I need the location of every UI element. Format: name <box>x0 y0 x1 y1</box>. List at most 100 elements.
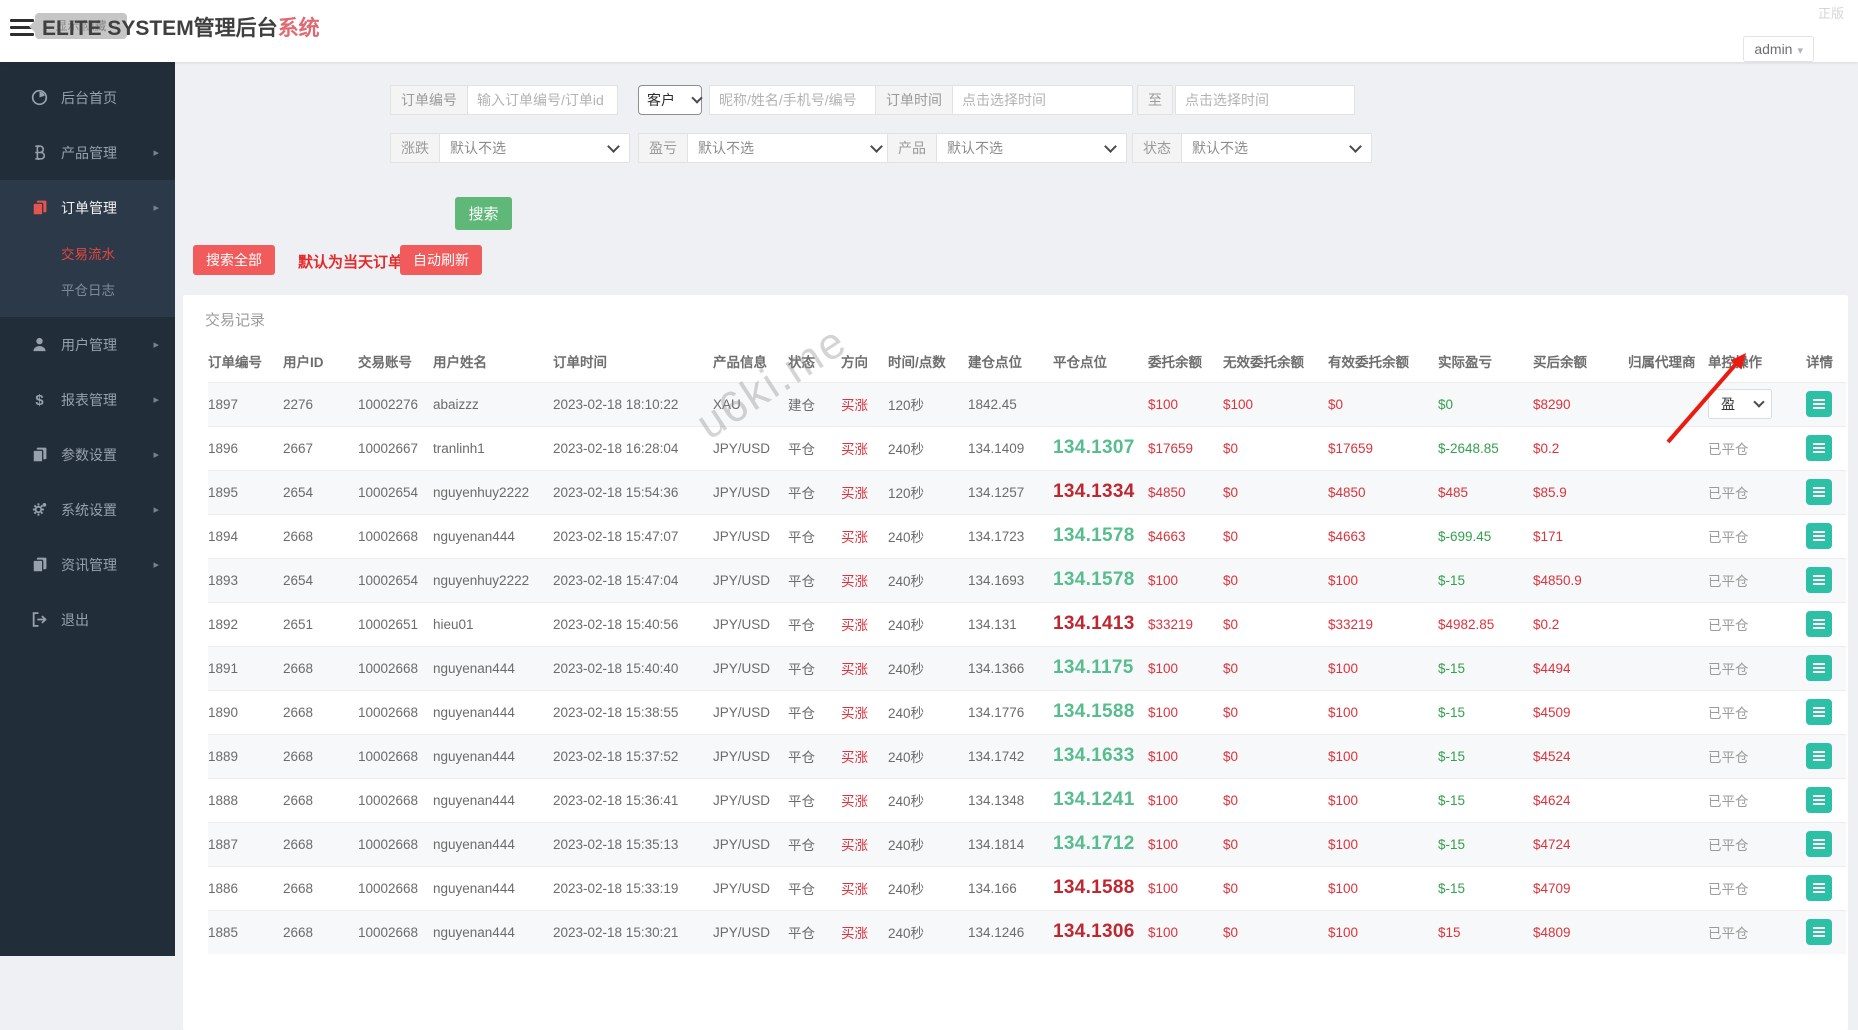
customer-search-input[interactable] <box>709 85 877 115</box>
cell-entrust-balance: $100 <box>1148 645 1223 690</box>
chevron-down-icon: ▾ <box>1797 45 1803 57</box>
cell-product: JPY/USD <box>713 865 788 910</box>
sidebar-item-news[interactable]: 资讯管理 ▸ <box>0 537 175 592</box>
cell-after-balance: $4724 <box>1533 821 1628 866</box>
cell-after-balance: $4809 <box>1533 909 1628 954</box>
cell-product: JPY/USD <box>713 733 788 778</box>
detail-button[interactable] <box>1806 655 1832 681</box>
sidebar-subitem-transactions[interactable]: 交易流水 <box>0 235 175 271</box>
cell-order: 1885 <box>208 909 283 954</box>
admin-user-dropdown[interactable]: admin ▾ <box>1743 36 1814 62</box>
cell-order: 1897 <box>208 381 283 426</box>
cell-invalid-entrust-balance: $0 <box>1223 821 1328 866</box>
cell-invalid-entrust-balance: $0 <box>1223 689 1328 734</box>
chevron-right-icon: ▸ <box>153 449 159 461</box>
sidebar-item-reports[interactable]: $ 报表管理 ▸ <box>0 372 175 427</box>
cell-agent <box>1628 733 1708 778</box>
list-icon <box>1813 707 1825 717</box>
cell-control: 已平仓 <box>1708 557 1806 602</box>
sidebar-item-label: 产品管理 <box>61 144 117 161</box>
product-icon <box>30 144 48 161</box>
cell-direction: 买涨 <box>841 601 888 646</box>
detail-button[interactable] <box>1806 523 1832 549</box>
column-header: 归属代理商 <box>1628 354 1696 370</box>
rise-fall-label: 涨跌 <box>390 133 440 163</box>
cell-actual-profit: $0 <box>1438 381 1533 426</box>
sidebar-subitem-close-log[interactable]: 平仓日志 <box>0 271 175 307</box>
cell-detail <box>1806 469 1846 514</box>
product-select[interactable]: 默认不选 <box>937 133 1127 163</box>
sidebar-item-dashboard[interactable]: 后台首页 <box>0 70 175 125</box>
detail-button[interactable] <box>1806 919 1832 946</box>
table-row: 1891 2668 10002668 nguyenan444 2023-02-18 15… <box>208 645 1846 690</box>
filter-rise-fall: 涨跌 默认不选 <box>390 133 630 163</box>
cell-valid-entrust-balance: $100 <box>1328 689 1438 734</box>
detail-button[interactable] <box>1806 435 1832 461</box>
cell-open-price: 134.1246 <box>968 909 1053 954</box>
sidebar-item-system[interactable]: 系统设置 ▸ <box>0 482 175 537</box>
cell-order-time: 2023-02-18 15:38:55 <box>553 689 713 734</box>
cell-entrust-balance: $100 <box>1148 733 1223 778</box>
status-select[interactable]: 默认不选 <box>1182 133 1372 163</box>
detail-button[interactable] <box>1806 391 1832 417</box>
cell-control: 已平仓 <box>1708 821 1806 866</box>
win-loss-select[interactable]: 盈 <box>1708 389 1772 419</box>
detail-button[interactable] <box>1806 831 1832 857</box>
detail-button[interactable] <box>1806 699 1832 725</box>
cell-entrust-balance: $100 <box>1148 821 1223 866</box>
cell-user-id: 2668 <box>283 777 358 822</box>
cell-duration: 240秒 <box>888 777 968 822</box>
end-time-input[interactable] <box>1175 85 1355 115</box>
column-header: 用户ID <box>283 354 324 370</box>
cell-status: 平仓 <box>788 513 841 558</box>
cell-order-time: 2023-02-18 15:33:19 <box>553 865 713 910</box>
cell-after-balance: $0.2 <box>1533 425 1628 470</box>
cell-order-time: 2023-02-18 15:54:36 <box>553 469 713 514</box>
cell-agent <box>1628 821 1708 866</box>
search-button[interactable]: 搜索 <box>455 197 512 230</box>
cell-detail <box>1806 645 1846 690</box>
cell-control: 已平仓 <box>1708 425 1806 470</box>
cell-status: 平仓 <box>788 425 841 470</box>
cell-detail <box>1806 909 1846 954</box>
cell-direction: 买涨 <box>841 733 888 778</box>
closed-status-label: 已平仓 <box>1708 882 1749 897</box>
cell-entrust-balance: $4663 <box>1148 513 1223 558</box>
sidebar-item-products[interactable]: 产品管理 ▸ <box>0 125 175 180</box>
sidebar-item-label: 后台首页 <box>61 89 117 106</box>
cell-user-id: 2276 <box>283 381 358 426</box>
sidebar-item-parameters[interactable]: 参数设置 ▸ <box>0 427 175 482</box>
sidebar-item-orders[interactable]: 订单管理 ▸ <box>0 180 175 235</box>
search-all-button[interactable]: 搜索全部 <box>193 245 275 275</box>
cell-entrust-balance: $100 <box>1148 865 1223 910</box>
auto-refresh-button[interactable]: 自动刷新 <box>400 245 482 275</box>
cell-account: 10002276 <box>358 381 433 426</box>
cell-after-balance: $4524 <box>1533 733 1628 778</box>
rise-fall-select[interactable]: 默认不选 <box>440 133 630 163</box>
cell-control: 已平仓 <box>1708 645 1806 690</box>
license-label: 正版 <box>1817 6 1844 21</box>
table-row: 1890 2668 10002668 nguyenan444 2023-02-18 15… <box>208 689 1846 734</box>
detail-button[interactable] <box>1806 479 1832 505</box>
chevron-right-icon: ▸ <box>153 147 159 159</box>
cell-entrust-balance: $100 <box>1148 557 1223 602</box>
detail-button[interactable] <box>1806 875 1832 901</box>
cell-status: 建仓 <box>788 381 841 426</box>
detail-button[interactable] <box>1806 787 1832 813</box>
list-icon <box>1813 795 1825 805</box>
profit-loss-select[interactable]: 默认不选 <box>688 133 893 163</box>
detail-button[interactable] <box>1806 611 1832 637</box>
sidebar-item-users[interactable]: 用户管理 ▸ <box>0 317 175 372</box>
cell-product: JPY/USD <box>713 821 788 866</box>
order-no-input[interactable] <box>468 85 618 115</box>
cell-status: 平仓 <box>788 865 841 910</box>
detail-button[interactable] <box>1806 743 1832 769</box>
cell-status: 平仓 <box>788 689 841 734</box>
cell-detail <box>1806 557 1846 602</box>
cell-order: 1894 <box>208 513 283 558</box>
sidebar-item-logout[interactable]: 退出 <box>0 592 175 647</box>
start-time-input[interactable] <box>953 85 1133 115</box>
customer-type-select[interactable]: 客户 <box>638 85 702 115</box>
cell-valid-entrust-balance: $4850 <box>1328 469 1438 514</box>
detail-button[interactable] <box>1806 567 1832 593</box>
